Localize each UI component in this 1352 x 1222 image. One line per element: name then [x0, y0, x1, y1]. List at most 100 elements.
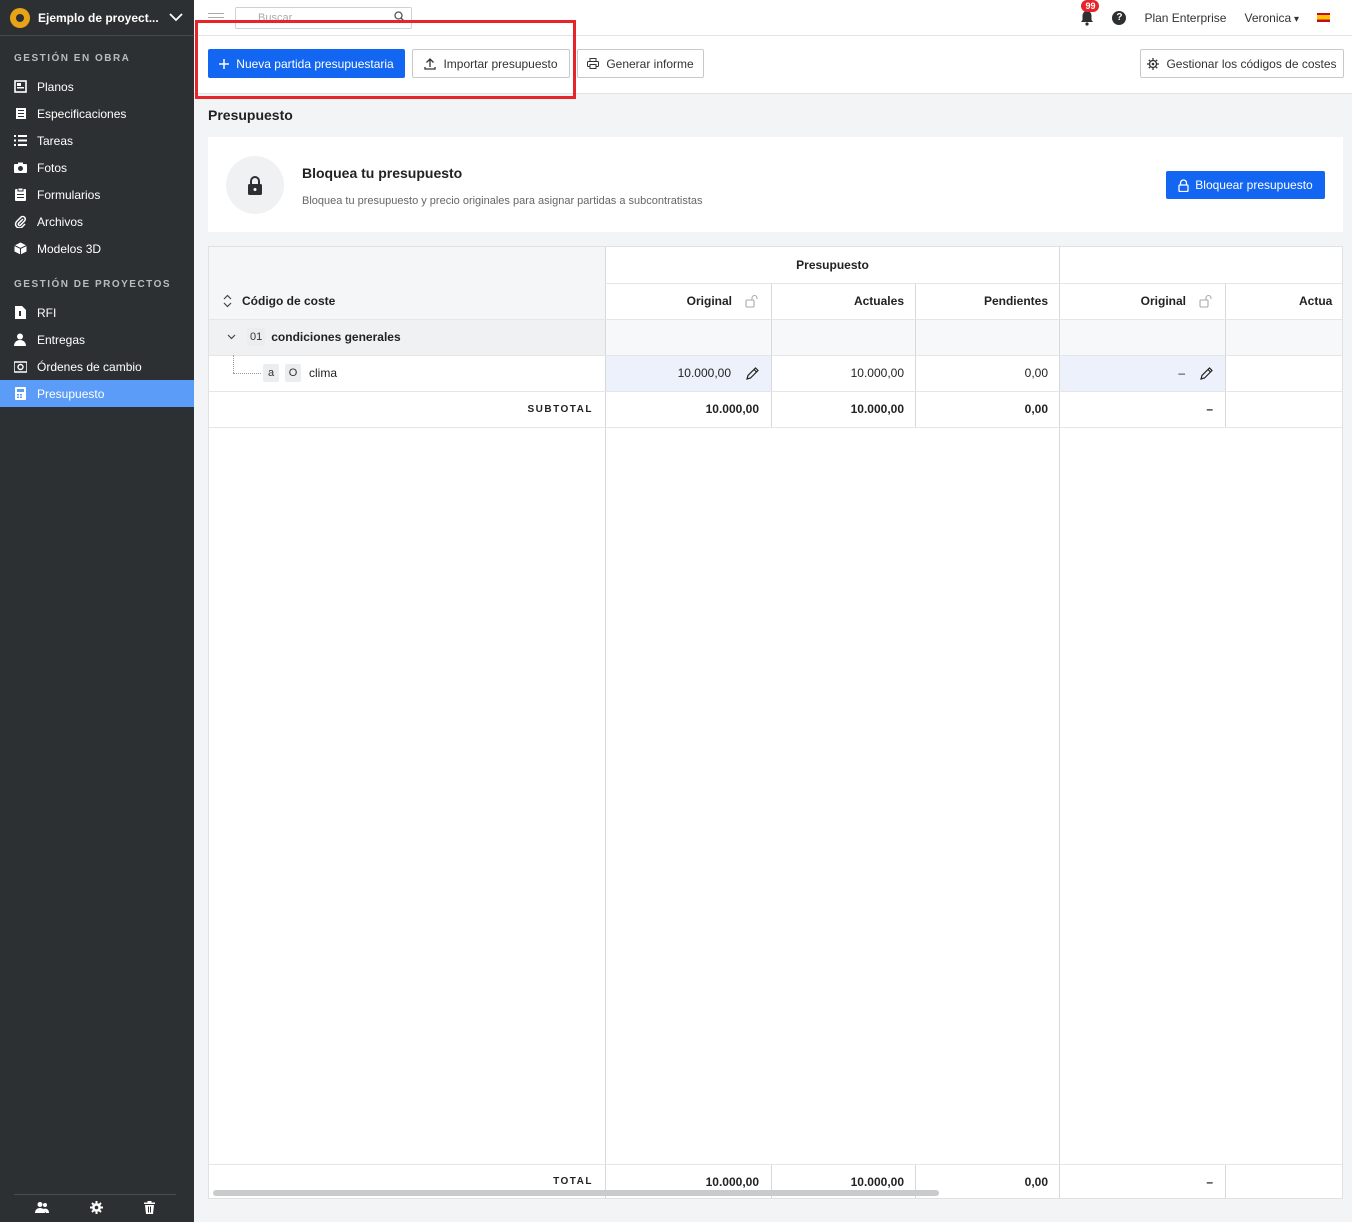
lock-budget-button[interactable]: Bloquear presupuesto — [1166, 171, 1325, 199]
generate-report-button[interactable]: Generar informe — [577, 49, 704, 78]
item-tag-o: O — [285, 364, 301, 382]
cost-code-header-label: Código de coste — [242, 294, 336, 308]
notifications-bell-icon[interactable]: 99 — [1080, 0, 1100, 26]
sidebar-item-tareas[interactable]: Tareas — [0, 127, 194, 154]
col-original-header: Original — [686, 294, 732, 308]
search-icon — [394, 10, 405, 25]
sidebar-item-modelos-3d[interactable]: Modelos 3D — [0, 235, 194, 262]
row-divider — [209, 427, 1342, 428]
plus-icon — [219, 58, 230, 69]
cost-code-header[interactable]: Código de coste — [223, 283, 593, 319]
group-name: condiciones generales — [271, 330, 401, 344]
plan-link[interactable]: Plan Enterprise — [1144, 11, 1226, 25]
item-pendientes-value: 0,00 — [1024, 366, 1048, 380]
plans-icon — [13, 80, 27, 94]
sidebar-item-label: Modelos 3D — [37, 241, 102, 256]
section-title-site: GESTIÓN EN OBRA — [14, 53, 131, 64]
sidebar-item-label: Planos — [37, 79, 74, 94]
item-tag-a: a — [263, 364, 279, 382]
import-budget-button[interactable]: Importar presupuesto — [412, 49, 570, 78]
import-budget-label: Importar presupuesto — [443, 56, 558, 71]
toolbar: Nueva partida presupuestaria Importar pr… — [194, 36, 1352, 94]
col-actuales2-header: Actua — [1299, 294, 1333, 308]
new-budget-item-label: Nueva partida presupuestaria — [236, 56, 394, 71]
tree-connector — [233, 373, 261, 374]
top-bar: Buscar 99 ? Plan Enterprise Veronica — [194, 0, 1352, 36]
lock-open-icon — [1178, 178, 1189, 192]
lock-card-subtitle: Bloquea tu presupuesto y precio original… — [302, 195, 703, 207]
column-group-header: Presupuesto — [796, 258, 869, 272]
column-divider — [1225, 1164, 1226, 1198]
item-original2-value[interactable]: – — [1060, 355, 1185, 391]
item-row[interactable]: a O clima — [263, 355, 337, 391]
help-icon[interactable]: ? — [1112, 10, 1127, 25]
unlock-icon[interactable] — [1199, 283, 1212, 319]
manage-cost-codes-button[interactable]: Gestionar los códigos de costes — [1140, 49, 1344, 78]
subtotal-actuales: 10.000,00 — [850, 402, 904, 416]
lock-budget-card: Bloquea tu presupuesto Bloquea tu presup… — [208, 137, 1343, 232]
sidebar-item-archivos[interactable]: Archivos — [0, 208, 194, 235]
new-budget-item-button[interactable]: Nueva partida presupuestaria — [208, 49, 405, 78]
horizontal-scrollbar[interactable] — [213, 1190, 939, 1196]
chevron-down-icon[interactable] — [227, 334, 236, 340]
sidebar-item-especificaciones[interactable]: Especificaciones — [0, 100, 194, 127]
upload-icon — [424, 57, 437, 70]
page-title: Presupuesto — [208, 107, 293, 123]
cube-icon — [13, 242, 27, 256]
calculator-icon — [13, 387, 27, 401]
user-menu[interactable]: Veronica — [1244, 11, 1299, 25]
change-order-icon — [13, 360, 27, 374]
sidebar-item-label: Especificaciones — [37, 106, 127, 121]
gear-icon[interactable] — [89, 1200, 103, 1217]
sidebar-item-presupuesto[interactable]: Presupuesto — [0, 380, 194, 407]
project-name: Ejemplo de proyect... — [38, 10, 159, 25]
subtotal-original: 10.000,00 — [705, 402, 759, 416]
search-placeholder: Buscar — [258, 11, 293, 24]
budget-table: Presupuesto Código de coste Original Act… — [208, 246, 1343, 1199]
col-pendientes-header: Pendientes — [983, 294, 1048, 308]
pencil-icon[interactable] — [746, 355, 759, 391]
sidebar-item-fotos[interactable]: Fotos — [0, 154, 194, 181]
hamburger-menu-icon[interactable] — [208, 13, 224, 22]
sort-icon[interactable] — [223, 294, 232, 308]
rfi-icon — [13, 306, 27, 320]
specifications-icon — [13, 107, 27, 121]
sidebar: Ejemplo de proyect... GESTIÓN EN OBRA Pl… — [0, 0, 194, 1222]
project-selector[interactable]: Ejemplo de proyect... — [0, 0, 194, 36]
forms-icon — [13, 188, 27, 202]
lock-budget-label: Bloquear presupuesto — [1195, 178, 1313, 192]
group-row[interactable]: 01 condiciones generales — [227, 319, 401, 355]
team-icon[interactable] — [34, 1201, 49, 1216]
col-original2-header: Original — [1140, 294, 1186, 308]
unlock-icon[interactable] — [745, 283, 758, 319]
chevron-down-icon[interactable] — [168, 10, 184, 26]
pencil-icon[interactable] — [1200, 355, 1213, 391]
manage-cost-codes-label: Gestionar los códigos de costes — [1166, 56, 1337, 71]
lock-card-title: Bloquea tu presupuesto — [302, 165, 463, 181]
total-original2: – — [1206, 1174, 1213, 1189]
section-title-projects: GESTIÓN DE PROYECTOS — [14, 279, 172, 290]
sidebar-item-label: Fotos — [37, 160, 68, 175]
subtotal-pendientes: 0,00 — [1024, 402, 1048, 416]
trash-icon[interactable] — [144, 1200, 156, 1217]
item-original-value[interactable]: 10.000,00 — [606, 355, 731, 391]
col-actuales-header: Actuales — [853, 294, 904, 308]
camera-icon — [13, 161, 27, 175]
sidebar-item-label: Entregas — [37, 332, 86, 347]
sidebar-item-label: RFI — [37, 305, 57, 320]
group-code-tag: 01 — [247, 328, 266, 346]
subtotal-original2: – — [1206, 402, 1213, 416]
sidebar-item-formularios[interactable]: Formularios — [0, 181, 194, 208]
sidebar-item-ordenes-de-cambio[interactable]: Órdenes de cambio — [0, 353, 194, 380]
sidebar-item-label: Órdenes de cambio — [37, 359, 142, 374]
sidebar-item-rfi[interactable]: RFI — [0, 299, 194, 326]
sidebar-item-planos[interactable]: Planos — [0, 73, 194, 100]
printer-icon — [587, 58, 600, 69]
subtotal-label: SUBTOTAL — [527, 403, 593, 415]
sidebar-item-entregas[interactable]: Entregas — [0, 326, 194, 353]
paperclip-icon — [13, 215, 27, 229]
spain-flag-icon[interactable] — [1317, 13, 1330, 22]
search-input[interactable]: Buscar — [235, 6, 412, 29]
tasks-icon — [13, 134, 27, 148]
group-row-bg-right — [606, 319, 1342, 355]
